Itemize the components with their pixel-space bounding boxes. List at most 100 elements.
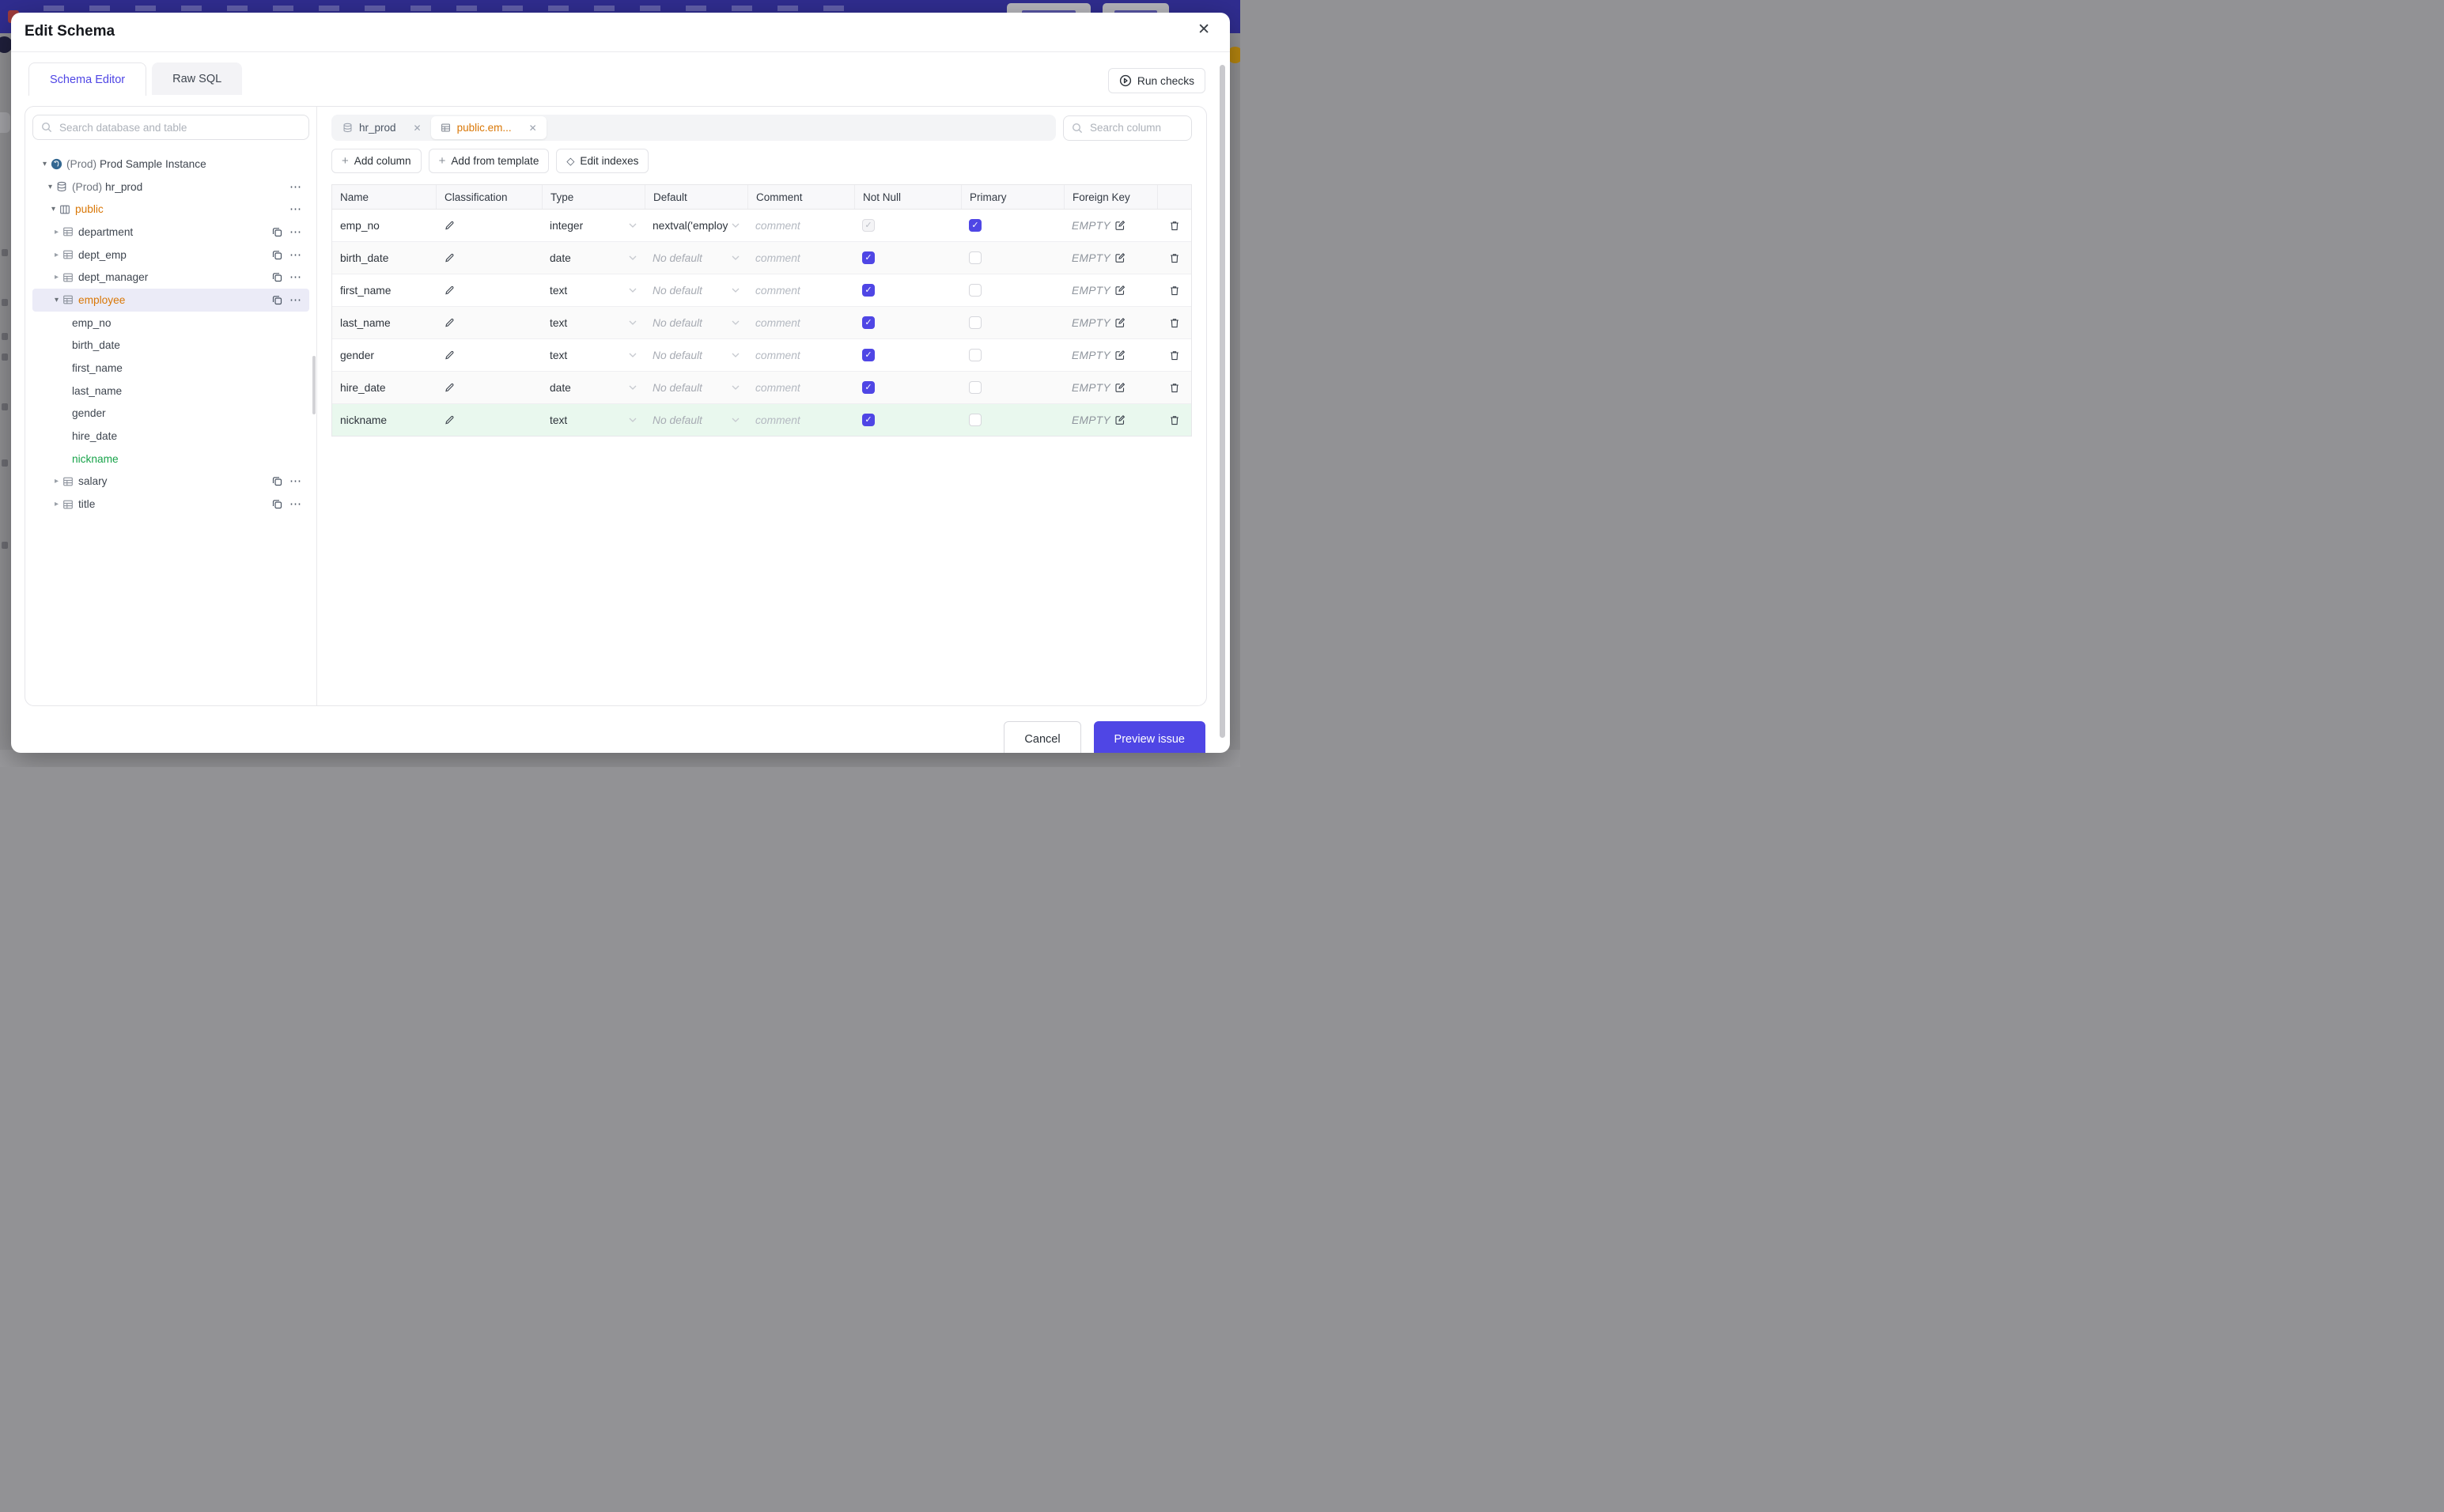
tab-chip-table[interactable]: public.em... ✕ — [430, 116, 547, 139]
not-null-checkbox[interactable]: ✓ — [862, 381, 875, 394]
default-select[interactable]: No default — [645, 414, 747, 426]
edit-indexes-button[interactable]: ◇ Edit indexes — [556, 149, 649, 173]
tree-item-table-dept-emp[interactable]: ▸ dept_emp ⋯ — [32, 244, 309, 266]
run-checks-button[interactable]: Run checks — [1107, 68, 1205, 93]
modal-scrollbar[interactable] — [1220, 65, 1225, 738]
edit-icon[interactable] — [1114, 285, 1126, 296]
copy-icon[interactable] — [272, 250, 282, 260]
column-name-cell[interactable]: hire_date — [332, 382, 436, 394]
type-select[interactable]: text — [542, 285, 645, 297]
tab-schema-editor[interactable]: Schema Editor — [28, 62, 147, 96]
pencil-icon[interactable] — [444, 414, 455, 425]
default-select[interactable]: No default — [645, 350, 747, 361]
type-select[interactable]: date — [542, 382, 645, 394]
classification-cell[interactable] — [436, 414, 542, 425]
caret-down-icon[interactable]: ▾ — [39, 160, 51, 168]
not-null-checkbox[interactable]: ✓ — [862, 414, 875, 426]
default-select[interactable]: No default — [645, 252, 747, 264]
not-null-checkbox[interactable]: ✓ — [862, 316, 875, 329]
more-icon[interactable]: ⋯ — [289, 249, 301, 261]
classification-cell[interactable] — [436, 285, 542, 296]
type-select[interactable]: date — [542, 252, 645, 264]
caret-right-icon[interactable]: ▸ — [51, 228, 62, 236]
trash-icon[interactable] — [1169, 252, 1180, 264]
primary-checkbox[interactable] — [969, 284, 982, 297]
primary-checkbox[interactable] — [969, 381, 982, 394]
copy-icon[interactable] — [272, 499, 282, 509]
edit-icon[interactable] — [1114, 252, 1126, 263]
tree-item-table-employee[interactable]: ▾ employee ⋯ — [32, 289, 309, 312]
edit-icon[interactable] — [1114, 220, 1126, 231]
comment-input[interactable]: comment — [747, 285, 854, 297]
tree-item-column[interactable]: first_name — [32, 357, 309, 380]
classification-cell[interactable] — [436, 317, 542, 328]
more-icon[interactable]: ⋯ — [289, 294, 301, 306]
trash-icon[interactable] — [1169, 220, 1180, 232]
caret-down-icon[interactable]: ▾ — [51, 296, 62, 304]
more-icon[interactable]: ⋯ — [289, 271, 301, 283]
add-column-button[interactable]: + Add column — [331, 149, 422, 173]
default-select[interactable]: No default — [645, 285, 747, 297]
edit-icon[interactable] — [1114, 382, 1126, 393]
tree-item-column[interactable]: emp_no — [32, 312, 309, 335]
tree-item-table-salary[interactable]: ▸ salary ⋯ — [32, 471, 309, 493]
caret-down-icon[interactable]: ▾ — [47, 205, 59, 214]
pencil-icon[interactable] — [444, 317, 455, 328]
not-null-checkbox[interactable]: ✓ — [862, 284, 875, 297]
primary-checkbox[interactable] — [969, 349, 982, 361]
tree-item-schema-public[interactable]: ▾ public ⋯ — [32, 198, 309, 221]
tab-raw-sql[interactable]: Raw SQL — [152, 62, 243, 95]
caret-right-icon[interactable]: ▸ — [51, 477, 62, 486]
trash-icon[interactable] — [1169, 317, 1180, 329]
primary-checkbox[interactable] — [969, 414, 982, 426]
tree-item-table-dept-manager[interactable]: ▸ dept_manager ⋯ — [32, 266, 309, 289]
default-select[interactable]: No default — [645, 382, 747, 394]
tree-item-column[interactable]: last_name — [32, 380, 309, 403]
not-null-checkbox[interactable]: ✓ — [862, 349, 875, 361]
copy-icon[interactable] — [272, 295, 282, 305]
more-icon[interactable]: ⋯ — [289, 181, 301, 193]
default-select[interactable]: No default — [645, 317, 747, 329]
trash-icon[interactable] — [1169, 382, 1180, 394]
cancel-button[interactable]: Cancel — [1004, 721, 1081, 753]
comment-input[interactable]: comment — [747, 414, 854, 426]
comment-input[interactable]: comment — [747, 350, 854, 361]
copy-icon[interactable] — [272, 227, 282, 237]
pencil-icon[interactable] — [444, 220, 455, 231]
caret-right-icon[interactable]: ▸ — [51, 273, 62, 282]
column-name-cell[interactable]: first_name — [332, 285, 436, 297]
trash-icon[interactable] — [1169, 414, 1180, 426]
tree-item-table-title[interactable]: ▸ title ⋯ — [32, 493, 309, 516]
column-name-cell[interactable]: last_name — [332, 317, 436, 329]
tree-item-column[interactable]: gender — [32, 403, 309, 425]
close-icon[interactable]: ✕ — [1197, 22, 1210, 37]
type-select[interactable]: text — [542, 317, 645, 329]
tree-item-column-added[interactable]: nickname — [32, 448, 309, 471]
type-select[interactable]: text — [542, 350, 645, 361]
comment-input[interactable]: comment — [747, 382, 854, 394]
more-icon[interactable]: ⋯ — [289, 475, 301, 487]
column-name-cell[interactable]: gender — [332, 350, 436, 361]
primary-checkbox[interactable] — [969, 251, 982, 264]
caret-right-icon[interactable]: ▸ — [51, 251, 62, 259]
copy-icon[interactable] — [272, 476, 282, 486]
pencil-icon[interactable] — [444, 252, 455, 263]
edit-icon[interactable] — [1114, 350, 1126, 361]
not-null-checkbox[interactable]: ✓ — [862, 251, 875, 264]
column-name-cell[interactable]: birth_date — [332, 252, 436, 264]
classification-cell[interactable] — [436, 350, 542, 361]
primary-checkbox[interactable] — [969, 316, 982, 329]
column-name-cell[interactable]: nickname — [332, 414, 436, 426]
column-search-input[interactable] — [1088, 121, 1206, 134]
tab-chip-database[interactable]: hr_prod ✕ — [333, 116, 431, 139]
trash-icon[interactable] — [1169, 285, 1180, 297]
type-select[interactable]: integer — [542, 220, 645, 232]
preview-issue-button[interactable]: Preview issue — [1093, 721, 1205, 753]
more-icon[interactable]: ⋯ — [289, 203, 301, 215]
add-from-template-button[interactable]: + Add from template — [428, 149, 550, 173]
pencil-icon[interactable] — [444, 285, 455, 296]
close-icon[interactable]: ✕ — [529, 123, 537, 134]
edit-icon[interactable] — [1114, 414, 1126, 425]
more-icon[interactable]: ⋯ — [289, 226, 301, 238]
tree-scrollbar[interactable] — [312, 356, 316, 414]
